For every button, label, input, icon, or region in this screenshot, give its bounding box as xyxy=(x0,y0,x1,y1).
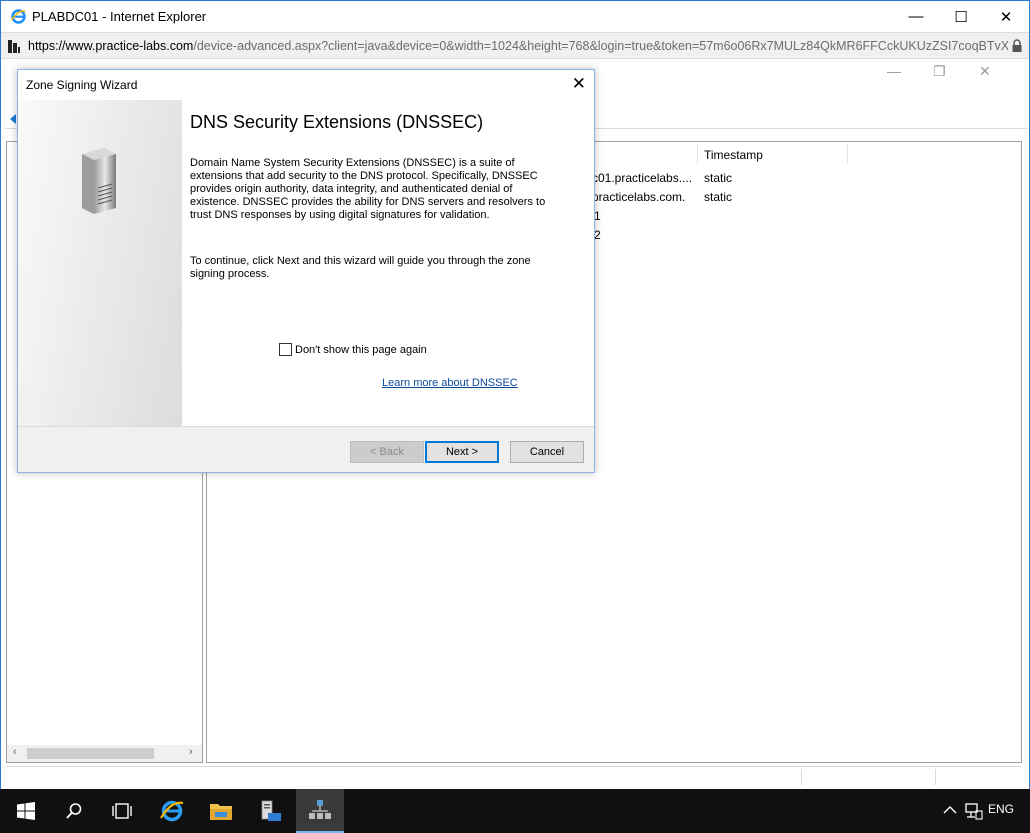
internet-explorer-icon xyxy=(11,9,26,24)
start-button[interactable] xyxy=(2,789,50,833)
address-host: practice-labs.com xyxy=(95,39,194,53)
mmc-minimize-button[interactable]: — xyxy=(887,63,901,79)
taskbar-dns-manager[interactable] xyxy=(296,789,344,833)
cancel-button[interactable]: Cancel xyxy=(510,441,584,463)
dont-show-again-checkbox[interactable]: Don't show this page again xyxy=(279,343,427,356)
wizard-close-button[interactable]: ✕ xyxy=(572,74,586,94)
checkbox-label[interactable]: Don't show this page again xyxy=(295,344,427,356)
server-manager-icon xyxy=(261,800,281,821)
mmc-close-button[interactable]: ✕ xyxy=(979,63,991,80)
column-divider[interactable] xyxy=(847,144,848,164)
address-path: /device-advanced.aspx?client=java&device… xyxy=(193,39,1008,53)
network-icon[interactable] xyxy=(965,802,983,820)
window-title: PLABDC01 - Internet Explorer xyxy=(32,9,207,24)
record-data-cell[interactable]: 1 xyxy=(594,209,601,223)
wizard-titlebar[interactable]: Zone Signing Wizard ✕ xyxy=(18,70,594,100)
wizard-description: Domain Name System Security Extensions (… xyxy=(190,157,546,221)
file-explorer-icon xyxy=(210,804,232,820)
search-icon xyxy=(66,803,82,819)
task-view-icon xyxy=(112,803,132,819)
address-bar[interactable]: https://www.practice-labs.com/device-adv… xyxy=(1,32,1029,59)
wizard-instructions: To continue, click Next and this wizard … xyxy=(190,255,531,280)
record-data-cell[interactable]: practicelabs.com. xyxy=(592,190,685,204)
server-icon xyxy=(82,148,116,214)
taskbar-internet-explorer[interactable] xyxy=(148,789,196,833)
maximize-button[interactable]: ☐ xyxy=(938,1,984,32)
close-button[interactable]: ✕ xyxy=(983,1,1029,32)
record-data-cell[interactable]: c01.practicelabs.... xyxy=(592,171,692,185)
back-button[interactable]: < Back xyxy=(350,441,424,463)
minimize-button[interactable]: — xyxy=(893,1,939,32)
wizard-title: Zone Signing Wizard xyxy=(26,78,138,92)
search-button[interactable] xyxy=(50,789,98,833)
lock-icon[interactable] xyxy=(1011,39,1023,53)
internet-explorer-icon xyxy=(160,800,184,822)
checkbox-box[interactable] xyxy=(279,343,292,356)
ie-titlebar: PLABDC01 - Internet Explorer — ☐ ✕ xyxy=(1,1,1029,32)
scroll-right-icon[interactable]: › xyxy=(189,746,193,758)
wizard-footer: < Back Next > Cancel xyxy=(18,426,594,472)
taskbar: ENG xyxy=(0,789,1030,833)
mmc-status-bar xyxy=(6,766,1022,786)
scroll-left-icon[interactable]: ‹ xyxy=(13,746,17,758)
wizard-side-banner xyxy=(18,100,182,426)
dns-manager-icon xyxy=(309,800,331,819)
record-timestamp-cell[interactable]: static xyxy=(704,190,732,204)
address-url[interactable]: https://www.practice-labs.com/device-adv… xyxy=(28,39,1008,53)
record-timestamp-cell[interactable]: static xyxy=(704,171,732,185)
chevron-up-icon[interactable] xyxy=(943,804,957,816)
site-favicon-icon xyxy=(8,40,20,53)
column-header-timestamp[interactable]: Timestamp xyxy=(704,148,763,162)
address-prefix: https://www. xyxy=(28,39,96,53)
start-icon xyxy=(17,802,35,820)
status-divider xyxy=(935,769,936,785)
taskbar-server-manager[interactable] xyxy=(246,789,294,833)
column-divider[interactable] xyxy=(697,144,698,164)
zone-signing-wizard-dialog: Zone Signing Wizard ✕ DNS Security Exten… xyxy=(17,69,595,473)
wizard-heading: DNS Security Extensions (DNSSEC) xyxy=(190,112,484,132)
status-divider xyxy=(801,769,802,785)
wizard-body: DNS Security Extensions (DNSSEC) Domain … xyxy=(18,100,594,426)
tree-horizontal-scrollbar[interactable]: ‹ › xyxy=(7,745,202,762)
input-language-indicator[interactable]: ENG xyxy=(988,802,1014,816)
taskbar-file-explorer[interactable] xyxy=(197,789,245,833)
next-button[interactable]: Next > xyxy=(425,441,499,463)
mmc-window-controls: — ❐ ✕ xyxy=(887,63,1017,83)
record-data-cell[interactable]: 2 xyxy=(594,228,601,242)
mmc-restore-button[interactable]: ❐ xyxy=(933,63,946,80)
task-view-button[interactable] xyxy=(98,789,146,833)
learn-more-link[interactable]: Learn more about DNSSEC xyxy=(382,377,518,389)
scroll-thumb[interactable] xyxy=(27,748,154,759)
